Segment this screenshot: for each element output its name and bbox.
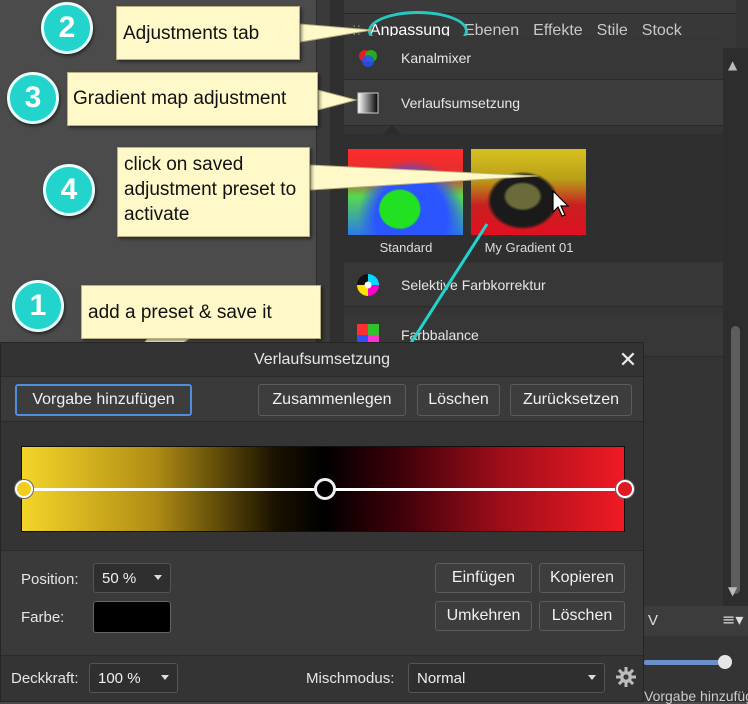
callout-text: add a preset & save it: [88, 302, 272, 323]
blend-mode-label: Mischmodus:: [306, 670, 395, 687]
callout-adjustments-tab: Adjustments tab: [116, 6, 300, 60]
gradient-stop-yellow[interactable]: [15, 480, 33, 498]
opacity-value: 100 %: [98, 669, 141, 687]
color-label: Farbe:: [21, 609, 65, 626]
menu-icon[interactable]: ≡▾: [722, 610, 743, 629]
delete-preset-button[interactable]: Löschen: [417, 384, 500, 416]
position-value: 50 %: [102, 569, 137, 587]
color-swatch[interactable]: [93, 601, 171, 633]
blend-mode-value: Normal: [417, 669, 466, 687]
step-badge-2: 2: [41, 2, 93, 54]
background-slider-knob[interactable]: [718, 655, 732, 669]
scroll-down-icon[interactable]: ▼: [728, 584, 737, 598]
insert-button[interactable]: Einfügen: [435, 563, 532, 593]
position-label: Position:: [21, 571, 79, 588]
adjustment-label: Farbbalance: [401, 326, 479, 343]
step-badge-4: 4: [43, 164, 95, 216]
gradient-map-dialog: Verlaufsumsetzung ✕ Vorgabe hinzufügen Z…: [0, 342, 644, 702]
add-preset-button[interactable]: Vorgabe hinzufügen: [15, 384, 192, 416]
scroll-up-icon[interactable]: ▲: [728, 58, 737, 72]
adjustment-label: Kanalmixer: [401, 49, 472, 66]
callout-add-preset: add a preset & save it: [81, 285, 321, 339]
reverse-button[interactable]: Umkehren: [435, 601, 532, 631]
mouse-cursor-icon: [552, 190, 570, 217]
position-select[interactable]: 50 %: [93, 563, 171, 593]
gradient-stop-black[interactable]: [314, 478, 336, 500]
opacity-select[interactable]: 100 %: [89, 663, 178, 693]
close-icon[interactable]: ✕: [613, 345, 643, 375]
copy-button[interactable]: Kopieren: [539, 563, 625, 593]
scrollbar-thumb[interactable]: [731, 326, 740, 594]
preset-thumbnail-standard[interactable]: [348, 149, 463, 235]
chevron-down-icon: [588, 675, 596, 680]
adjustment-item-selektive-farbkorrektur[interactable]: Selektive Farbkorrektur: [344, 263, 723, 307]
callout-activate-preset: click on saved adjustment preset to acti…: [117, 147, 310, 237]
background-panel-label: V: [648, 612, 659, 629]
adjustment-label: Verlaufsumsetzung: [401, 94, 521, 111]
merge-button[interactable]: Zusammenlegen: [258, 384, 406, 416]
callout-gradient-map: Gradient map adjustment: [67, 72, 318, 126]
channel-mixer-icon: [359, 49, 377, 67]
blend-mode-select[interactable]: Normal: [408, 663, 605, 693]
preset-label-my-gradient-01: My Gradient 01: [484, 240, 574, 255]
selective-color-icon: [357, 273, 379, 296]
callout-text: Adjustments tab: [123, 23, 260, 44]
gear-icon[interactable]: [615, 666, 637, 688]
gradient-map-icon: [357, 92, 379, 113]
chevron-down-icon: [161, 675, 169, 680]
dialog-titlebar[interactable]: Verlaufsumsetzung: [1, 343, 643, 377]
chevron-down-icon: [154, 575, 162, 580]
background-slider-track[interactable]: [644, 660, 728, 665]
gradient-stop-red[interactable]: [616, 480, 634, 498]
callout-text: click on saved adjustment preset to acti…: [124, 154, 297, 225]
adjustment-label: Selektive Farbkorrektur: [401, 276, 546, 293]
reset-button[interactable]: Zurücksetzen: [510, 384, 632, 416]
adjustment-item-verlaufsumsetzung[interactable]: Verlaufsumsetzung: [344, 80, 723, 126]
preset-label-standard: Standard: [379, 240, 433, 255]
adjustment-item-kanalmixer[interactable]: Kanalmixer: [344, 36, 723, 80]
delete-stop-button[interactable]: Löschen: [539, 601, 625, 631]
step-badge-3: 3: [7, 72, 59, 124]
gradient-editor: [1, 421, 643, 551]
opacity-label: Deckkraft:: [11, 670, 79, 687]
step-badge-1: 1: [12, 280, 64, 332]
callout-text: Gradient map adjustment: [73, 88, 287, 109]
expand-pointer: [383, 125, 401, 134]
dialog-title: Verlaufsumsetzung: [253, 350, 391, 368]
